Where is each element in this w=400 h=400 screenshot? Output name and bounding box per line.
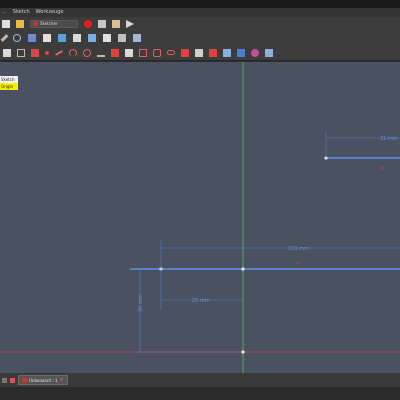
tab-scroll-right-icon[interactable] [10,377,15,383]
sketch-doc-icon [22,377,27,383]
constraint-mark: = [296,261,300,267]
origin-point[interactable] [241,350,245,354]
sketch-point[interactable] [241,267,245,271]
status-bar [0,387,400,400]
dimension-label-vertical[interactable]: 30 mm [138,294,144,312]
dimension-label-left[interactable]: 25 mm [192,298,210,304]
document-tab-label: Unbenannt : 1 [29,377,58,383]
sketch-canvas[interactable]: 21 mm = 150 mm = 25 mm 30 mm [0,0,400,400]
close-icon[interactable]: × [60,377,64,383]
tab-scroll-left-icon[interactable] [2,377,7,383]
constraint-mark: = [380,166,384,172]
dimension-label-middle[interactable]: 150 mm [288,246,309,252]
document-tab[interactable]: Unbenannt : 1 × [18,375,68,385]
dimension-label-top[interactable]: 21 mm [380,136,398,142]
document-tabbar: Unbenannt : 1 × [0,373,400,387]
